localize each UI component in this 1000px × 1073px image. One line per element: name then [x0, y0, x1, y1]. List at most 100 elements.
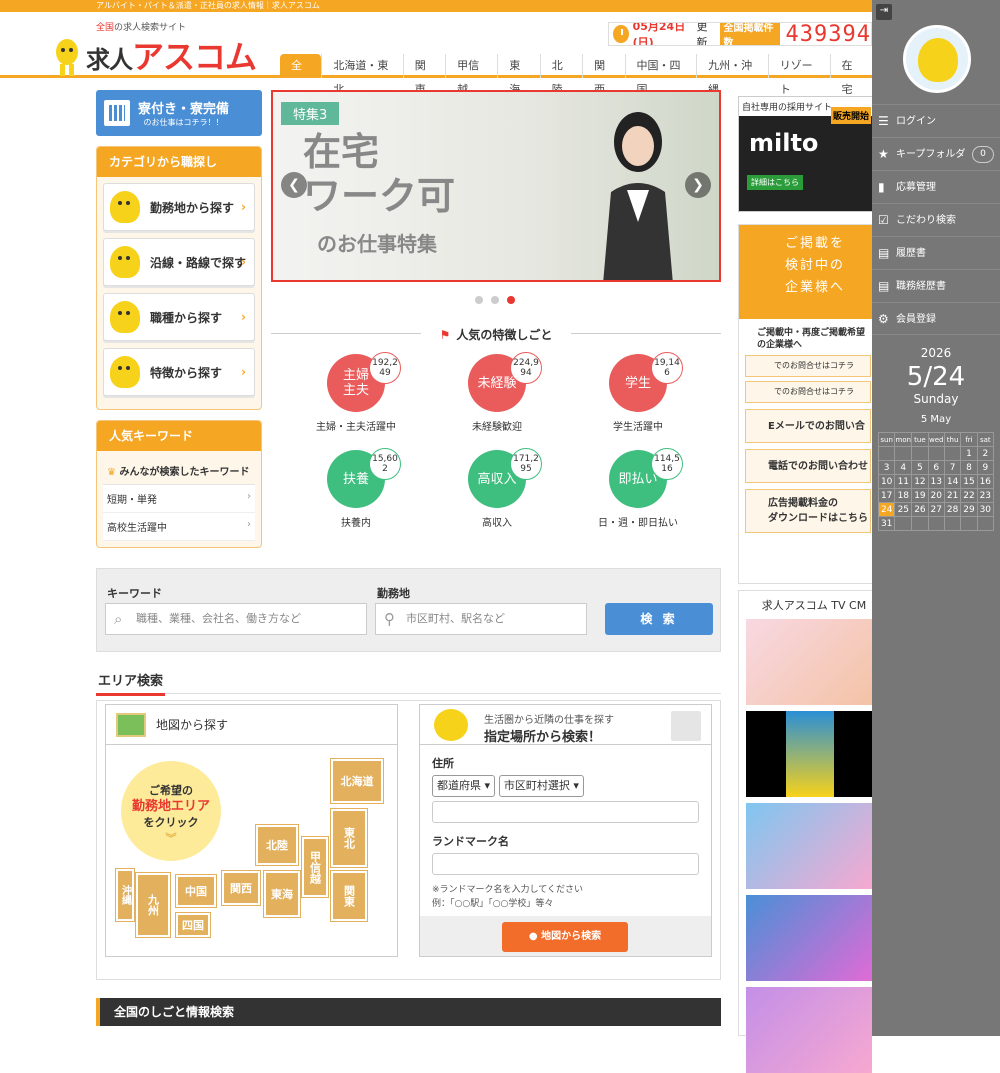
region-tohoku[interactable]: 東北	[331, 809, 367, 867]
slider-dot-active[interactable]	[507, 296, 515, 304]
calendar-day[interactable]: 15	[960, 474, 978, 489]
calendar-day[interactable]: 12	[911, 474, 929, 489]
email-inquiry-button[interactable]: Eメールでのお問い合わせ	[745, 409, 871, 466]
calendar-day[interactable]: 27	[927, 502, 945, 517]
region-hokuriku[interactable]: 北陸	[256, 825, 298, 865]
calendar-day[interactable]: 30	[976, 502, 995, 517]
calendar-day[interactable]: 9	[976, 460, 995, 475]
calendar-day[interactable]: 20	[927, 488, 945, 503]
calendar-day[interactable]: 6	[927, 460, 945, 475]
nav-tab-kanto[interactable]: 関東	[402, 54, 445, 96]
map-search-button[interactable]: ● 地図から検索	[502, 922, 628, 952]
nav-tab-tokai[interactable]: 東海	[497, 54, 539, 96]
nav-tab-all[interactable]: 全国	[280, 54, 322, 96]
calendar-day[interactable]: 21	[943, 488, 962, 503]
cm-thumbnail[interactable]	[746, 803, 872, 889]
calendar-day[interactable]: 22	[960, 488, 978, 503]
location-input[interactable]: ⚲ 市区町村、駅名など	[375, 603, 587, 635]
slider-prev-button[interactable]: ❮	[281, 172, 307, 198]
cm-thumbnail[interactable]	[746, 711, 872, 797]
region-kansai[interactable]: 関西	[222, 871, 260, 905]
calendar-day[interactable]: 31	[877, 516, 896, 531]
cm-thumbnail[interactable]	[746, 987, 872, 1073]
calendar-day[interactable]: 3	[877, 460, 896, 475]
sidebar-item-login[interactable]: ☰ ログイン	[872, 104, 1000, 137]
nav-tab-remote[interactable]: 在宅	[829, 54, 872, 96]
cm-thumbnail[interactable]	[746, 895, 872, 981]
feature-dependent[interactable]: 扶養 15,602 扶養内	[296, 448, 416, 529]
region-okinawa[interactable]: 沖縄	[116, 869, 134, 921]
search-by-job-button[interactable]: 職種から探す ›	[103, 293, 255, 341]
calendar-day[interactable]: 23	[976, 488, 995, 503]
search-button[interactable]: 検 索	[605, 603, 713, 635]
feature-slider[interactable]: 特集3 在宅 ワーク可 のお仕事特集 ❮ ❯	[271, 90, 721, 282]
sidebar-item-advanced-search[interactable]: ☑ こだわり検索	[872, 203, 1000, 236]
milto-ad[interactable]: 自社専用の採用サイト milto 販売開始 詳細はこちら	[738, 96, 878, 212]
region-kanto[interactable]: 関東	[331, 871, 367, 921]
nav-tab-koshinetsu[interactable]: 甲信越	[445, 54, 497, 96]
region-tokai[interactable]: 東海	[264, 871, 300, 917]
landmark-input[interactable]	[432, 853, 699, 875]
calendar-day[interactable]: 19	[911, 488, 929, 503]
calendar-day[interactable]: 7	[943, 460, 962, 475]
calendar-day[interactable]: 16	[976, 474, 995, 489]
calendar-day[interactable]: 29	[960, 502, 978, 517]
calendar-day[interactable]: 28	[943, 502, 962, 517]
feature-student[interactable]: 学生 19,146 学生活躍中	[578, 352, 698, 433]
nav-tab-hokuriku[interactable]: 北陸	[539, 54, 582, 96]
city-select[interactable]: 市区町村選択 ▾	[498, 775, 584, 797]
sidebar-item-register[interactable]: ⚙ 会員登録	[872, 302, 1000, 335]
calendar-day[interactable]: 11	[894, 474, 913, 489]
calendar-day-today[interactable]: 24	[877, 502, 896, 517]
advertiser-banner[interactable]: ご掲載を 検討中の 企業様へ	[739, 225, 877, 319]
region-kyushu[interactable]: 九州	[136, 873, 170, 937]
search-by-line-button[interactable]: 沿線・路線で探す ›	[103, 238, 255, 286]
feature-high-income[interactable]: 高収入 171,295 高収入	[437, 448, 557, 529]
keyword-link[interactable]: 高校生活躍中 ›	[103, 513, 255, 541]
nav-tab-kansai[interactable]: 関西	[582, 54, 624, 96]
calendar-day[interactable]: 5	[911, 460, 929, 475]
slider-dot[interactable]	[491, 296, 499, 304]
prefecture-select[interactable]: 都道府県 ▾	[432, 775, 496, 797]
calendar-day[interactable]: 14	[943, 474, 962, 489]
region-shikoku[interactable]: 四国	[176, 913, 210, 937]
feature-housewife[interactable]: 主婦 主夫 192,249 主婦・主夫活躍中	[296, 352, 416, 433]
email-contact-link[interactable]: でのお問合せはコチラ	[745, 381, 871, 403]
slider-dot[interactable]	[475, 296, 483, 304]
calendar-day[interactable]: 2	[976, 446, 995, 461]
calendar-day[interactable]: 10	[877, 474, 896, 489]
sidebar-item-resume[interactable]: ▤ 履歴書	[872, 236, 1000, 269]
nav-tab-kyushu-okinawa[interactable]: 九州・沖縄	[696, 54, 768, 96]
sidebar-item-applications[interactable]: ▮ 応募管理	[872, 170, 1000, 203]
nav-tab-resort[interactable]: リゾート	[767, 54, 830, 96]
calendar-day[interactable]: 4	[894, 460, 913, 475]
feature-instant-pay[interactable]: 即払い 114,516 日・週・即日払い	[578, 448, 698, 529]
sidebar-toggle-icon[interactable]: ⇥	[876, 4, 892, 20]
feature-inexperienced[interactable]: 未経験 224,994 未経験歓迎	[437, 352, 557, 433]
nav-tab-hokkaido-tohoku[interactable]: 北海道・東北	[321, 54, 402, 96]
sidebar-item-keep[interactable]: ★ キープフォルダ 0	[872, 137, 1000, 170]
nav-tab-chugoku-shikoku[interactable]: 中国・四国	[624, 54, 697, 96]
search-by-feature-button[interactable]: 特徴から探す ›	[103, 348, 255, 396]
calendar-day[interactable]: 17	[877, 488, 896, 503]
calendar-day[interactable]: 13	[927, 474, 945, 489]
calendar-day[interactable]: 25	[894, 502, 913, 517]
calendar-day[interactable]: 1	[960, 446, 978, 461]
slider-next-button[interactable]: ❯	[685, 172, 711, 198]
keyword-input[interactable]: ⌕ 職種、業種、会社名、働き方など	[105, 603, 367, 635]
calendar-day[interactable]: 8	[960, 460, 978, 475]
calendar-day[interactable]: 26	[911, 502, 929, 517]
search-by-location-button[interactable]: 勤務地から探す ›	[103, 183, 255, 231]
region-koshinetsu[interactable]: 甲信越	[302, 837, 328, 897]
region-hokkaido[interactable]: 北海道	[331, 759, 383, 803]
sidebar-item-career[interactable]: ▤ 職務経歴書	[872, 269, 1000, 302]
phone-inquiry-button[interactable]: 電話でのお問い合わせ	[745, 449, 871, 483]
site-logo[interactable]: 求人アスコム	[86, 32, 257, 78]
phone-contact-link[interactable]: でのお問合せはコチラ	[745, 355, 871, 377]
region-chugoku[interactable]: 中国	[176, 875, 216, 907]
download-price-button[interactable]: 広告掲載料金の ダウンロードはこちら	[745, 489, 871, 533]
dorm-banner[interactable]: 寮付き・寮完備 のお仕事はコチラ！！	[96, 90, 262, 136]
address-input[interactable]	[432, 801, 699, 823]
keyword-link[interactable]: 短期・単発 ›	[103, 485, 255, 513]
cm-thumbnail[interactable]	[746, 619, 872, 705]
